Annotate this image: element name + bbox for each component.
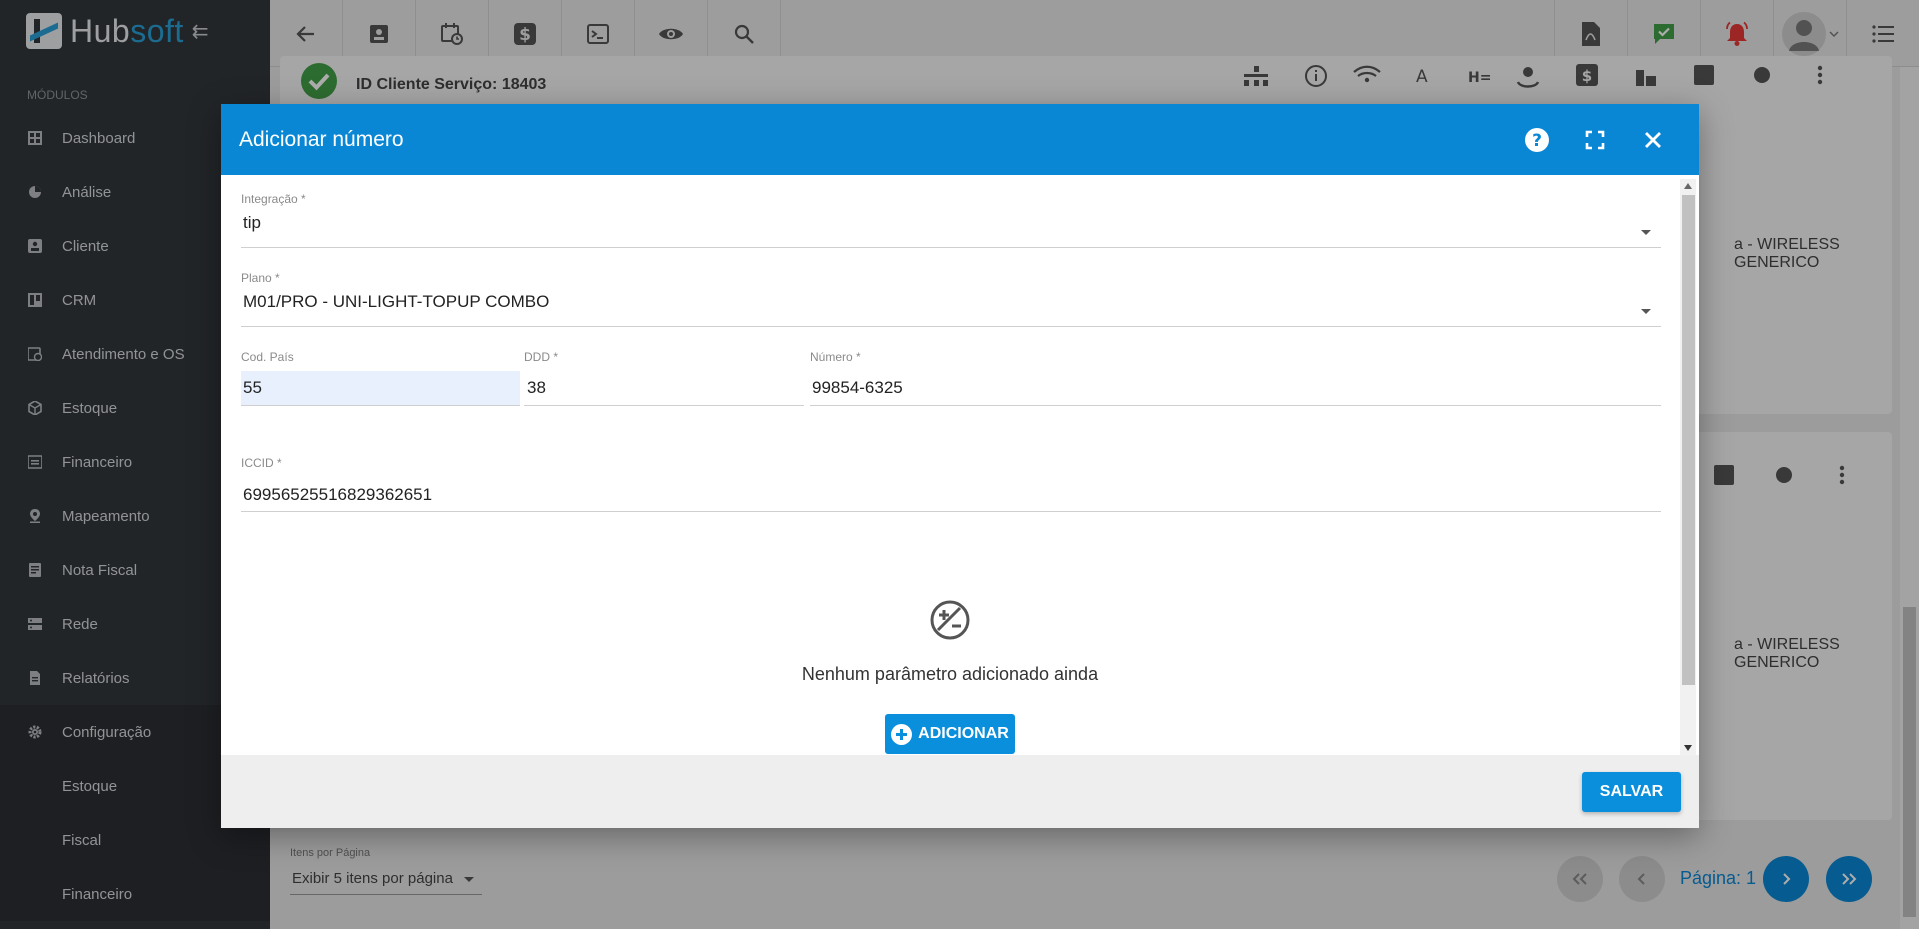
fullscreen-icon [1585, 130, 1605, 150]
dialog-title: Adicionar número [239, 127, 404, 151]
chevron-down-icon[interactable] [1641, 309, 1651, 314]
integracao-underline [241, 247, 1661, 248]
integracao-select[interactable]: tip [243, 213, 261, 233]
cod-pais-input[interactable]: 55 [241, 371, 520, 405]
scroll-down-icon[interactable] [1684, 745, 1692, 751]
plus-circle-icon [891, 723, 913, 745]
ddd-input[interactable]: 38 [527, 378, 546, 398]
add-parameter-label: ADICIONAR [918, 725, 1009, 742]
close-icon [1645, 132, 1661, 148]
plano-select[interactable]: M01/PRO - UNI-LIGHT-TOPUP COMBO [243, 292, 549, 312]
cod-pais-value: 55 [243, 378, 262, 397]
ddd-underline [524, 405, 804, 406]
dialog-body: Integração * tip Plano * M01/PRO - UNI-L… [221, 175, 1699, 755]
dialog-scrollbar[interactable] [1680, 179, 1696, 755]
empty-state-message: Nenhum parâmetro adicionado ainda [801, 664, 1099, 684]
dialog-scrollbar-thumb[interactable] [1682, 195, 1695, 685]
add-parameter-button[interactable]: ADICIONAR [885, 714, 1015, 754]
numero-label: Número * [810, 350, 861, 364]
integracao-label: Integração * [241, 192, 306, 206]
add-number-dialog: Adicionar número ? Integração * tip Plan… [221, 104, 1699, 828]
iccid-label: ICCID * [241, 456, 282, 470]
scroll-up-icon[interactable] [1684, 183, 1692, 189]
cod-pais-label: Cod. País [241, 350, 294, 364]
numero-underline [810, 405, 1661, 406]
dialog-footer: SALVAR [221, 755, 1699, 828]
iccid-underline [241, 511, 1661, 512]
plano-underline [241, 326, 1661, 327]
cod-pais-underline [241, 405, 520, 406]
help-icon: ? [1525, 128, 1549, 152]
iccid-input[interactable]: 69956525516829362651 [243, 485, 432, 505]
numero-input[interactable]: 99854-6325 [812, 378, 903, 398]
dialog-header: Adicionar número ? [221, 104, 1699, 175]
chevron-down-icon[interactable] [1641, 230, 1651, 235]
save-button[interactable]: SALVAR [1582, 772, 1681, 812]
ddd-label: DDD * [524, 350, 559, 364]
svg-text:?: ? [1532, 131, 1542, 151]
help-button[interactable]: ? [1523, 126, 1551, 154]
fullscreen-button[interactable] [1581, 126, 1609, 154]
close-button[interactable] [1639, 126, 1667, 154]
plano-label: Plano * [241, 271, 280, 285]
add-remove-param-icon [930, 600, 970, 640]
